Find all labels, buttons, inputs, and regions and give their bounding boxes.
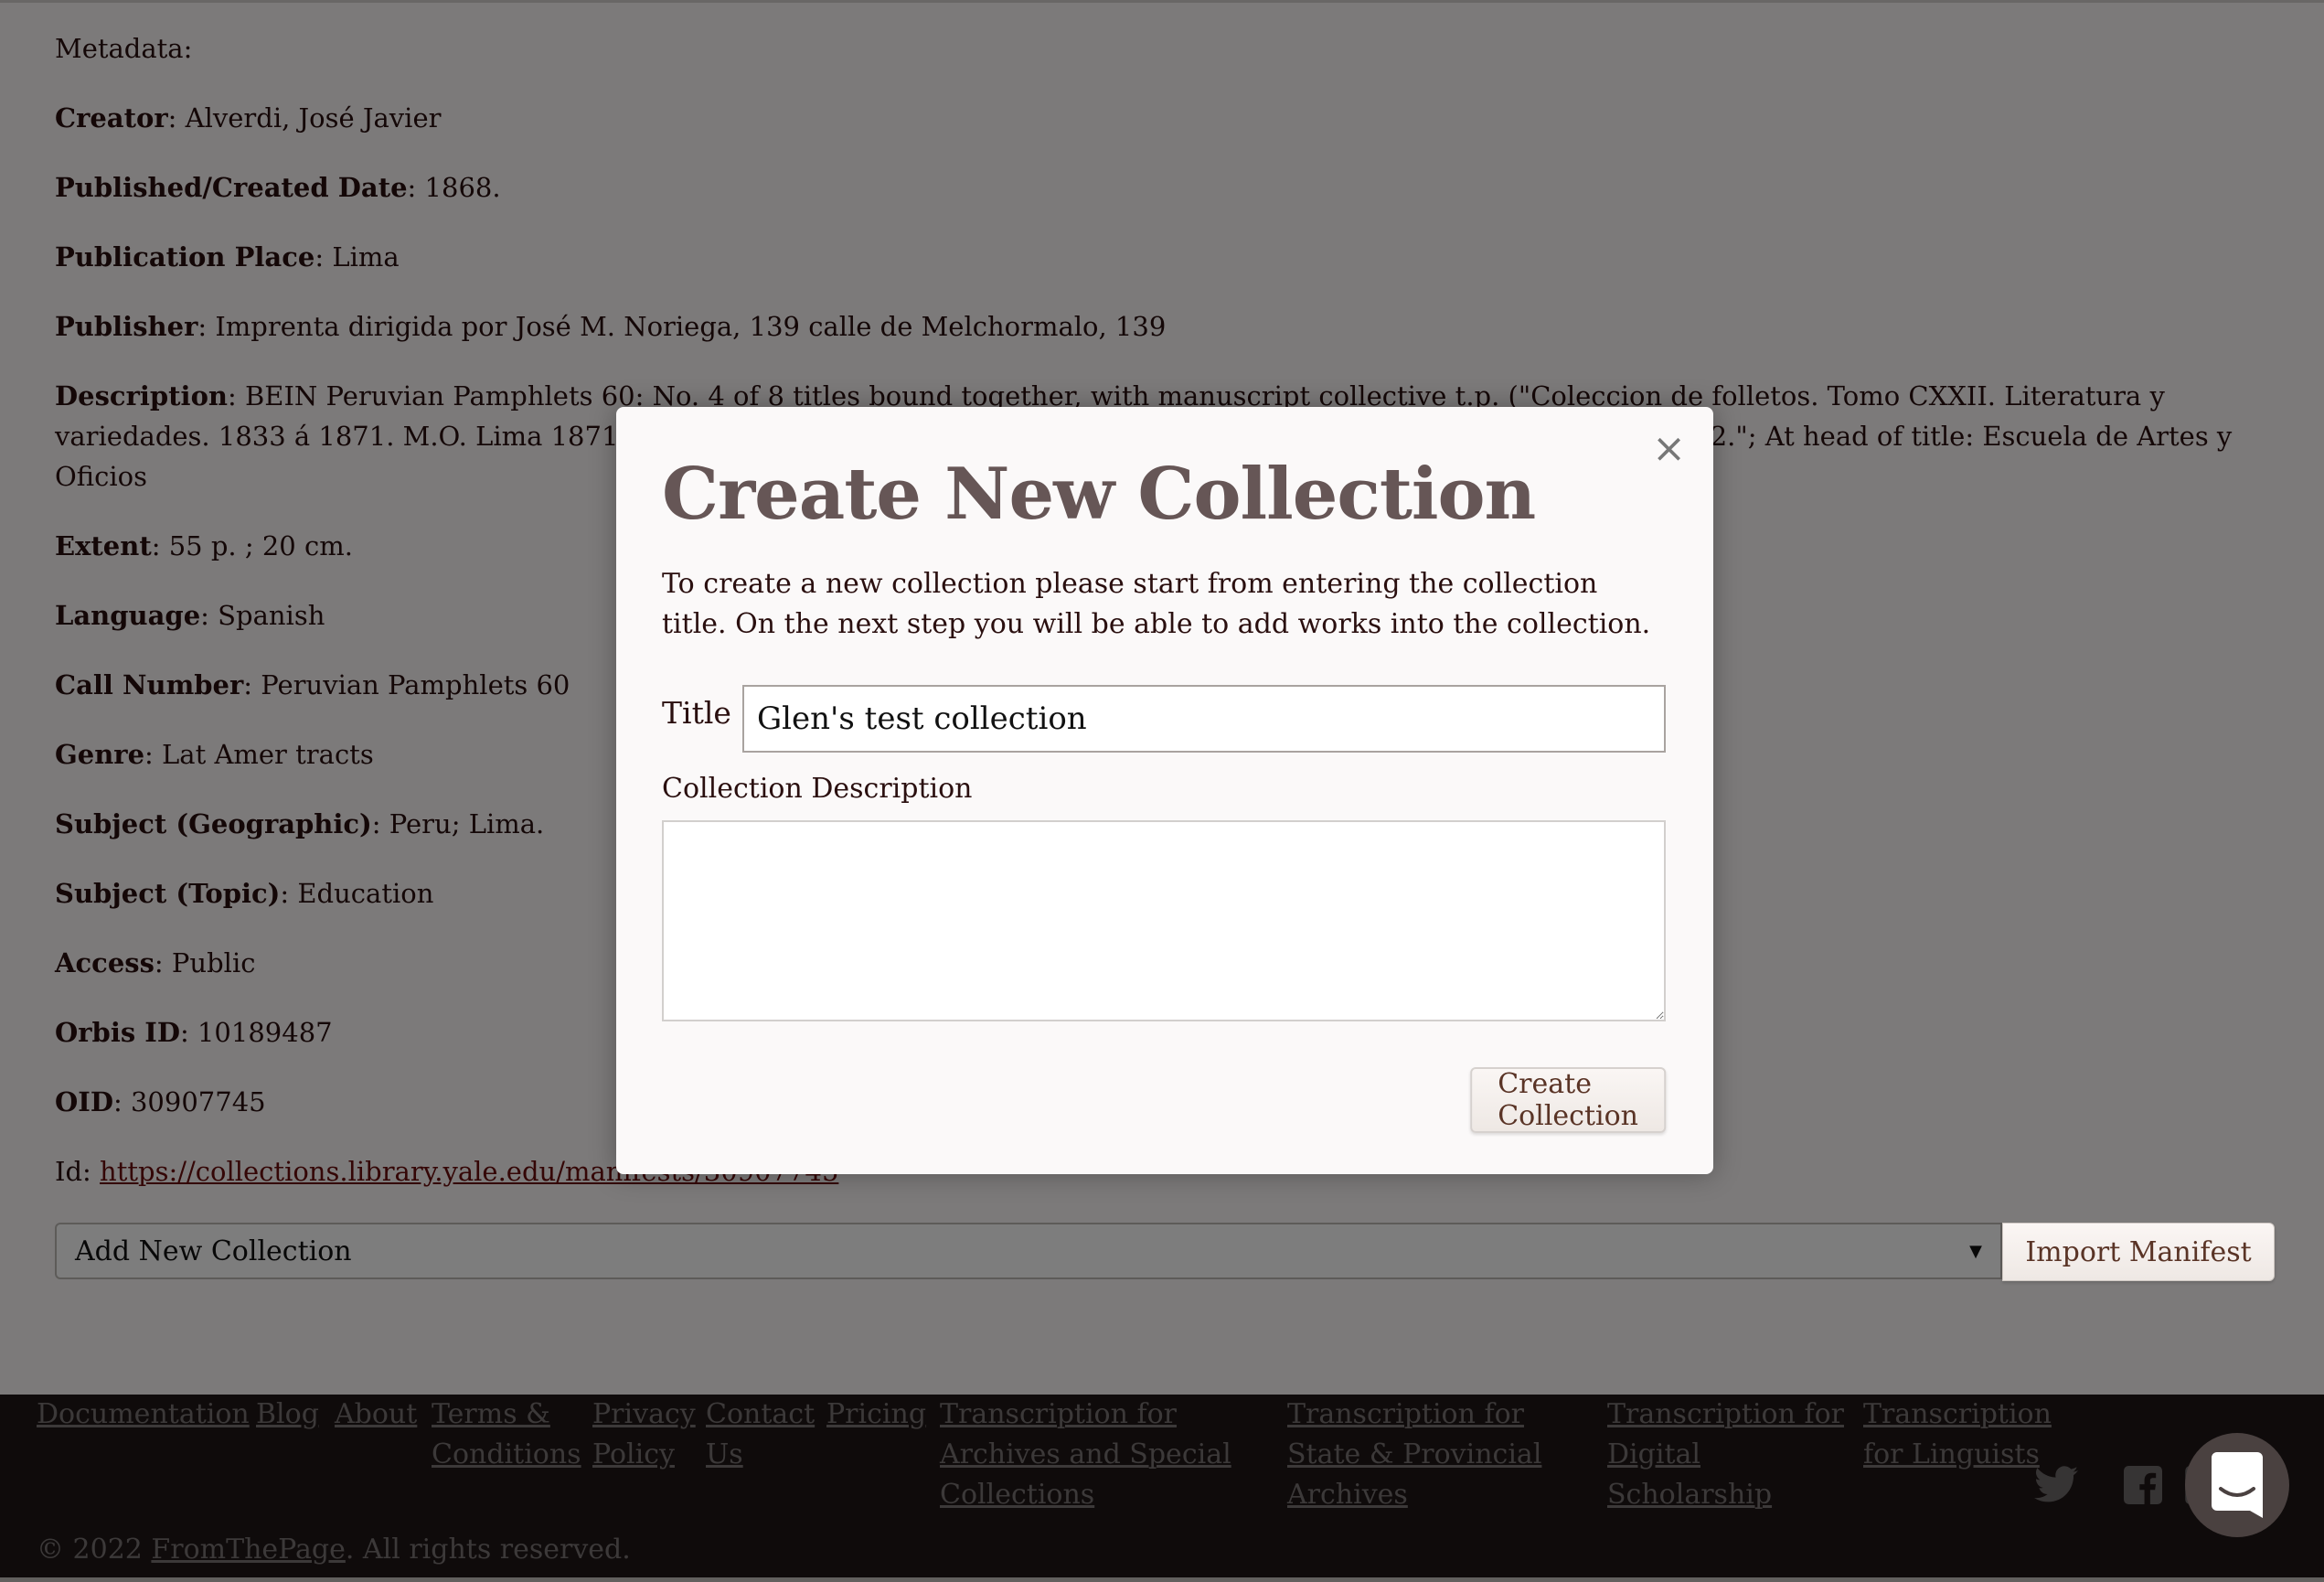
chat-launcher-button[interactable]	[2185, 1433, 2289, 1537]
create-collection-button[interactable]: Create Collection	[1470, 1067, 1666, 1133]
import-manifest-button[interactable]: Import Manifest	[2002, 1223, 2275, 1281]
description-label: Collection Description	[662, 773, 973, 805]
chat-icon	[2212, 1452, 2263, 1518]
modal-title: Create New Collection	[662, 453, 1536, 536]
create-collection-modal: × Create New Collection To create a new …	[616, 407, 1713, 1174]
title-input[interactable]	[742, 685, 1666, 753]
description-textarea[interactable]	[662, 820, 1666, 1021]
close-icon[interactable]: ×	[1652, 425, 1686, 472]
title-label: Title	[662, 695, 731, 731]
modal-intro: To create a new collection please start …	[662, 568, 1651, 640]
